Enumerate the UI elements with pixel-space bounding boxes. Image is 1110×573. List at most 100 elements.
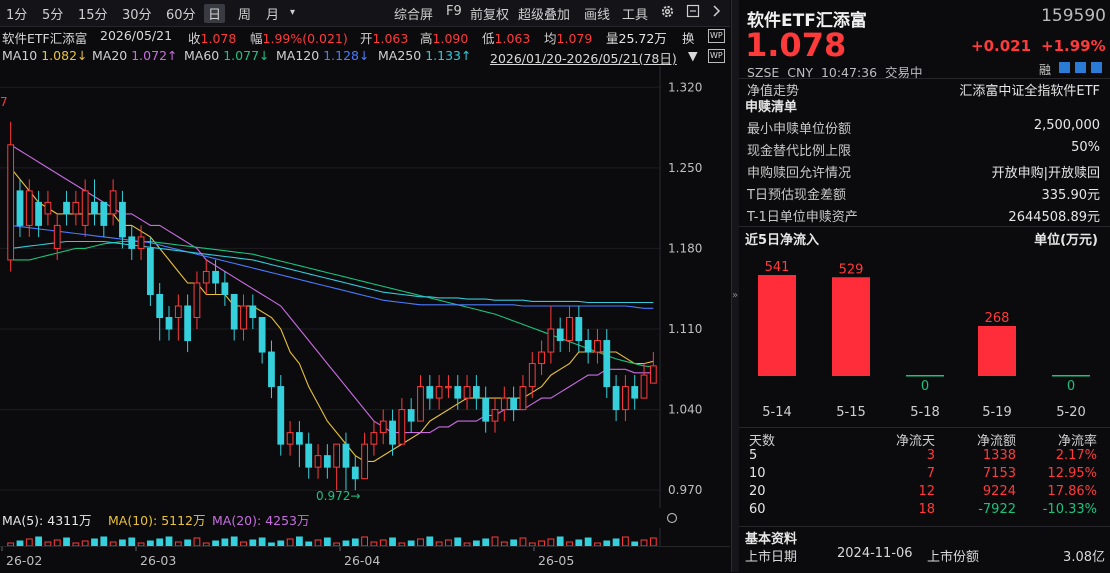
chart-icon[interactable] <box>1075 62 1086 73</box>
listing-date-value: 2024-11-06 <box>837 546 913 561</box>
subs-label: 最小申赎单位份额 <box>747 122 852 137</box>
volume-bar <box>491 536 499 546</box>
bar-date: 2026/05/21 <box>100 28 173 43</box>
chevron-right-icon[interactable] <box>712 4 722 22</box>
candle-body <box>575 317 583 342</box>
table-cell: -10.33% <box>1042 502 1097 517</box>
candle-body <box>25 190 33 226</box>
ma60-value: 1.077↓ <box>223 48 270 63</box>
table-cell: 10 <box>749 466 766 481</box>
subs-label: 现金替代比例上限 <box>747 144 852 159</box>
quote-info-row: 软件ETF汇添富 2026/05/21 收1.078 幅1.99%(0.021)… <box>0 26 730 46</box>
open-value: 1.063 <box>372 31 409 46</box>
candle-body <box>622 386 629 411</box>
period-60min[interactable]: 60分 <box>166 4 196 23</box>
basic-info-row: 上市日期 2024-11-06 上市份额 3.08亿 <box>745 546 1105 566</box>
period-15min[interactable]: 15分 <box>78 4 108 23</box>
expand-icon[interactable] <box>1091 62 1102 73</box>
inflow-bar <box>832 277 870 376</box>
security-name: 软件ETF汇添富 <box>2 31 88 46</box>
volume-legend-row: MA(5): 4311万 MA(10): 5112万 MA(20): 4253万 <box>0 508 730 528</box>
candle-body <box>202 270 210 284</box>
subs-label: T-1日单位申赎资产 <box>747 210 858 225</box>
subs-row: 申购赎回允许情况 开放申购|开放赎回 <box>747 162 1100 184</box>
wp-badge-2[interactable]: WP <box>708 49 725 63</box>
candle-body <box>16 190 24 226</box>
candle-body <box>44 201 52 215</box>
close-label: 收 <box>188 31 201 46</box>
period-month[interactable]: 月 <box>266 4 279 23</box>
table-cell: 7 <box>926 466 935 481</box>
draw-line-button[interactable]: 画线 <box>584 4 610 23</box>
period-1min[interactable]: 1分 <box>6 4 27 23</box>
period-5min[interactable]: 5分 <box>42 4 63 23</box>
candle-body <box>212 270 219 284</box>
table-header-cell: 净流天 <box>895 434 935 449</box>
period-day[interactable]: 日 <box>204 4 226 23</box>
candle-body <box>398 409 406 445</box>
vol-ma5-value: 4311万 <box>47 513 92 528</box>
table-header-cell: 净流率 <box>1057 434 1097 449</box>
volume-bar <box>230 536 238 546</box>
volume-bar <box>286 538 294 546</box>
volume-bar <box>584 537 592 546</box>
table-cell: 60 <box>749 502 766 517</box>
x-tick-label: 26-02 <box>6 553 42 568</box>
period-week[interactable]: 周 <box>238 4 251 23</box>
candle-body <box>584 340 592 353</box>
collapse-icon[interactable]: » <box>732 290 738 301</box>
period-toolbar: 1分 5分 15分 30分 60分 日 周 月 ▾ 综合屏 F9 前复权 超级叠… <box>0 0 730 27</box>
ma-line-ma250 <box>10 240 654 304</box>
last-price: 1.078 <box>745 26 847 64</box>
tools-button[interactable]: 工具 <box>622 4 648 23</box>
wp-badge[interactable]: WP <box>708 29 725 43</box>
candle-body <box>240 305 247 330</box>
open-label: 开 <box>360 31 373 46</box>
listed-shares-label: 上市份额 <box>927 550 980 565</box>
ma-line-ma60 <box>10 240 654 368</box>
triangle-down-icon[interactable]: ▼ <box>688 48 698 63</box>
candlestick-chart[interactable]: 1.320 1.250 1.180 1.110 1.040 0.970 0.972→ 7 <box>0 66 730 508</box>
subs-row: 最小申赎单位份额 2,500,000 <box>747 118 1100 140</box>
date-range[interactable]: 2026/01/20-2026/05/21(78日) <box>490 48 677 67</box>
candle-body <box>566 317 573 342</box>
candle-body <box>649 365 657 384</box>
period-30min[interactable]: 30分 <box>122 4 152 23</box>
ma20-value: 1.072↑ <box>131 48 178 63</box>
candle-body <box>53 224 61 249</box>
candle-body <box>286 432 294 445</box>
subs-value: 335.90元 <box>1041 188 1101 203</box>
candle-body <box>35 201 42 226</box>
net-inflow-bar-chart: 541 5-14 529 5-15 0 5-18 268 5-19 0 5-20 <box>758 260 1090 420</box>
edit-icon[interactable] <box>1059 62 1070 73</box>
composite-screen-button[interactable]: 综合屏 <box>394 4 433 23</box>
volume-bar <box>351 538 359 546</box>
candle-body <box>333 443 341 468</box>
period-more-dropdown[interactable]: ▾ <box>290 7 295 18</box>
candle-body <box>510 397 518 411</box>
vol-ma20-value: 4253万 <box>265 513 310 528</box>
candle-body <box>612 386 620 411</box>
subs-row: T-1日单位申赎资产 2644508.89元 <box>747 206 1100 228</box>
separator <box>739 226 1110 227</box>
candle-body <box>137 236 145 249</box>
forward-adjust-button[interactable]: 前复权 <box>470 4 509 23</box>
turnover-label: 换 <box>682 31 695 46</box>
candle-body <box>63 201 70 215</box>
pin-icon[interactable] <box>686 4 700 22</box>
inflow-value-label: 529 <box>839 262 864 277</box>
gear-icon[interactable] <box>660 4 675 23</box>
volume-bar <box>389 537 396 546</box>
volume-bar <box>622 536 629 546</box>
super-overlay-button[interactable]: 超级叠加 <box>518 4 570 23</box>
candle-body <box>258 317 266 353</box>
volume-value: 25.72万 <box>618 31 667 46</box>
inflow-bar <box>978 325 1016 376</box>
basic-info-title: 基本资料 <box>745 532 798 547</box>
f9-button[interactable]: F9 <box>446 4 462 19</box>
circle-icon[interactable] <box>666 512 678 527</box>
table-cell: 2.17% <box>1055 448 1097 463</box>
volume-bar <box>128 537 136 546</box>
table-cell: 12 <box>918 484 935 499</box>
nav-row[interactable]: 净值走势 汇添富中证全指软件ETF <box>747 80 1100 102</box>
